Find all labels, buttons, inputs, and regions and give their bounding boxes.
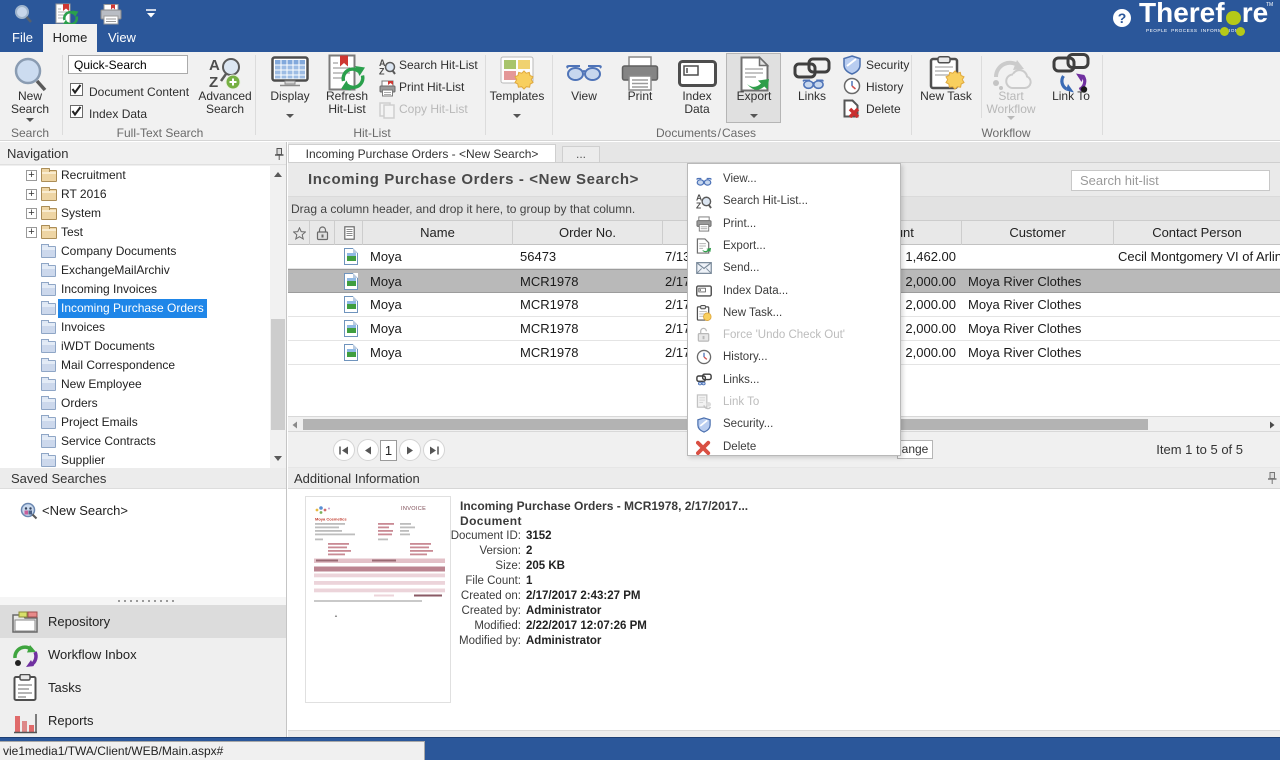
svg-text:Z: Z [379, 67, 385, 76]
svg-text:?: ? [1118, 10, 1127, 26]
svg-text:Z: Z [696, 201, 701, 209]
svg-text:A: A [209, 57, 220, 74]
